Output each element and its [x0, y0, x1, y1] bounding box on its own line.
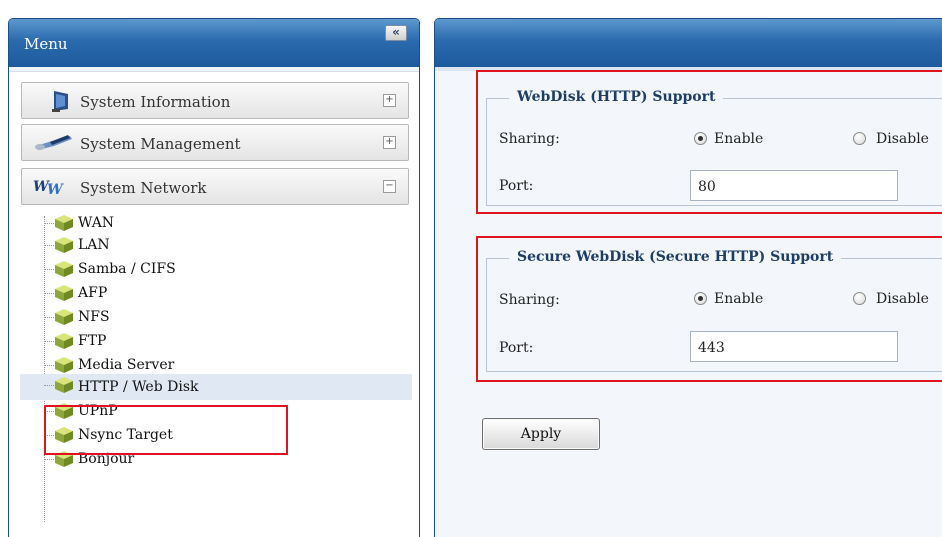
cube-icon	[55, 357, 73, 373]
network-tree: WAN LAN Samba / CIFS AFP NFS FTP Media Server H…	[20, 210, 412, 537]
cube-icon	[55, 333, 73, 349]
menu-gap	[9, 67, 419, 72]
cube-icon	[55, 215, 73, 231]
tree-item-label: FTP	[78, 333, 107, 349]
collapse-menu-button[interactable]: «	[385, 25, 407, 41]
cube-icon	[55, 285, 73, 301]
expand-icon[interactable]: +	[383, 136, 396, 149]
secure-webdisk-highlight-box	[476, 236, 942, 382]
tree-item-label: Media Server	[78, 357, 175, 373]
tree-item[interactable]: WAN	[20, 212, 412, 234]
tree-item[interactable]: Media Server	[20, 354, 412, 376]
section-label: System Information	[80, 93, 231, 111]
tree-connector	[44, 365, 54, 366]
section-label: System Management	[80, 135, 241, 153]
network-icon: W W	[33, 179, 64, 198]
wrench-icon	[35, 135, 72, 150]
content-header	[435, 19, 942, 67]
tree-item-label: WAN	[78, 215, 115, 231]
tree-item[interactable]: HTTP / Web Disk	[20, 374, 412, 400]
tree-item[interactable]: Samba / CIFS	[20, 258, 412, 280]
tree-connector	[44, 269, 54, 270]
svg-text:W: W	[47, 182, 64, 198]
tree-connector	[44, 245, 54, 246]
section-system-management[interactable]: System Management +	[21, 124, 409, 161]
tree-connector	[44, 223, 54, 224]
tree-connector	[44, 341, 54, 342]
cube-icon	[55, 237, 73, 253]
tree-connector	[44, 317, 54, 318]
tree-item-label: AFP	[78, 285, 108, 301]
webdisk-highlight-box	[476, 70, 942, 214]
tree-item[interactable]: NFS	[20, 306, 412, 328]
tree-connector	[44, 293, 54, 294]
section-label: System Network	[80, 179, 207, 197]
tree-item[interactable]: LAN	[20, 234, 412, 256]
expand-icon[interactable]: +	[383, 94, 396, 107]
tree-item-label: Samba / CIFS	[78, 261, 176, 277]
menu-title: Menu	[24, 35, 68, 53]
selected-item-highlight-box	[44, 405, 288, 455]
section-system-network[interactable]: W W System Network −	[21, 168, 409, 205]
tree-item[interactable]: FTP	[20, 330, 412, 352]
collapse-icon[interactable]: −	[383, 180, 396, 193]
cube-icon	[55, 309, 73, 325]
cube-icon	[55, 261, 73, 277]
tree-connector	[44, 385, 54, 386]
cube-icon	[55, 377, 73, 393]
tree-connector	[44, 459, 54, 460]
apply-button[interactable]: Apply	[482, 418, 600, 450]
section-system-information[interactable]: System Information +	[21, 82, 409, 119]
tree-item-label: NFS	[78, 309, 110, 325]
tree-item-label: HTTP / Web Disk	[78, 379, 199, 395]
menu-header: Menu «	[9, 19, 419, 67]
monitor-icon	[52, 91, 68, 112]
tree-item-label: LAN	[78, 237, 110, 253]
tree-item[interactable]: AFP	[20, 282, 412, 304]
